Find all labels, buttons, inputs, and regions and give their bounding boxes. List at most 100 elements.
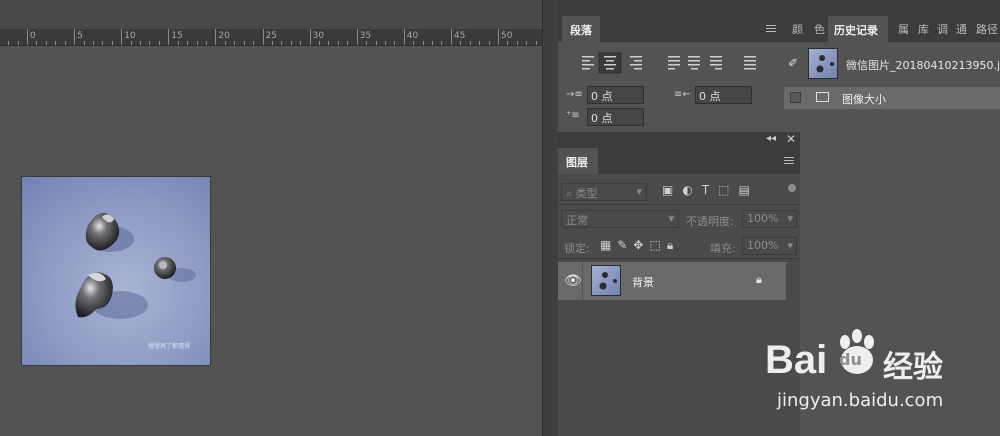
indent-first-line-field[interactable]: 0 点 [587,108,644,126]
tab-layers[interactable]: 图层 [558,148,598,174]
lock-artboard-icon[interactable]: ⬚ [649,238,666,252]
chevron-down-icon: ▾ [636,185,642,198]
ruler-label: 25 [265,31,277,41]
lock-position-icon[interactable]: ✥ [633,238,649,252]
ruler-minor-tick [271,41,273,45]
ruler-minor-tick [140,41,142,45]
ruler-major-tick [74,29,76,45]
shape-filter-icon[interactable]: ⬚ [718,183,738,197]
ruler-minor-tick [366,41,368,45]
baidu-logo-text: Bai [765,338,828,382]
ruler-minor-tick [300,41,302,45]
tab-channels[interactable]: 通 [956,21,967,37]
ruler-major-tick [262,29,264,45]
ruler-minor-tick [413,41,415,45]
baidu-jingyan-label: 经验 [883,350,943,385]
search-icon: ⌕ [566,187,576,200]
history-snapshot[interactable]: ✐ 微信图片_20180410213950.jpg [784,44,1000,84]
tab-libraries[interactable]: 库 [918,21,929,37]
panel-collapse-bar[interactable]: ▸▸ [558,0,806,14]
ruler-label: 15 [171,31,183,41]
layer-name[interactable]: 背景 [632,274,654,290]
snapshot-name: 微信图片_20180410213950.jpg [846,59,1000,72]
smart-object-filter-icon[interactable]: ▤ [739,183,759,197]
ruler-minor-tick [158,41,160,45]
eye-icon[interactable]: 👁︎ [564,273,582,289]
ruler-minor-tick [319,41,321,45]
pixel-filter-icon[interactable]: ▣ [662,183,682,197]
ruler-minor-tick [177,41,179,45]
opacity-label: 不透明度: [686,215,734,228]
lock-image-icon[interactable]: ✎ [617,238,633,252]
ruler-label: 20 [218,31,230,41]
collapse-arrows-icon[interactable]: ◂◂ [766,133,776,144]
history-step-label: 图像大小 [842,93,886,106]
history-step[interactable]: 图像大小 [784,87,1000,109]
justify-last-left-icon [668,56,680,70]
baidu-watermark: Bai du 经验 jingyan.baidu.com [765,329,995,418]
lock-label: 锁定: [564,242,590,255]
ruler-minor-tick [8,41,10,45]
tab-paragraph[interactable]: 段落 [562,16,600,42]
ruler-minor-tick [281,41,283,45]
adjustment-filter-icon[interactable]: ◐ [682,183,701,197]
filter-toggle[interactable] [788,184,796,192]
indent-left-field[interactable]: 0 点 [587,86,644,104]
ruler-label: 5 [77,31,83,41]
layers-panel: ◂◂ ✕ 图层 ⌕ 类型 ▾ ▣◐T⬚▤ 正常 ▾ 不透明度: 100% ▾ 锁定… [558,132,800,436]
ruler-minor-tick [488,41,490,45]
panel-menu-icon[interactable] [766,25,776,32]
blend-mode-select[interactable]: 正常 ▾ [561,210,679,228]
layer-row[interactable]: 👁︎ 背景 🔒︎ [558,262,786,300]
snapshot-thumbnail [808,48,838,79]
ruler-major-tick [121,29,123,45]
panel-menu-icon[interactable] [784,157,794,164]
ruler-label: 30 [312,31,325,41]
document-image[interactable]: 慢慢再了都懂得 [22,177,210,365]
type-filter-icon[interactable]: T [702,183,718,197]
ruler-label: 0 [30,31,36,41]
ruler-minor-tick [375,41,377,45]
ruler-major-tick [450,29,452,45]
opacity-field[interactable]: 100% ▾ [742,210,797,228]
ruler-minor-tick [243,41,245,45]
fill-field[interactable]: 100% ▾ [742,237,797,255]
ruler-major-tick [27,29,28,45]
ruler-minor-tick [187,41,189,45]
ruler-minor-tick [224,41,226,45]
ruler-minor-tick [441,41,443,45]
tab-color[interactable]: 颜 [792,21,803,37]
justify-last-right-icon [710,56,722,70]
indent-right-field[interactable]: 0 点 [695,86,752,104]
ruler-label: 50 [501,31,513,41]
lock-all-icon[interactable]: 🔒︎ [667,238,679,252]
tab-paths[interactable]: 路径 [976,21,998,37]
ruler-minor-tick [422,41,424,45]
pins-photo [75,212,196,319]
image-size-icon [816,92,829,102]
tab-history[interactable]: 历史记录 [828,16,888,42]
indent-left-icon: →≡ [566,89,583,100]
align-left-icon [582,56,594,70]
ruler-minor-tick [384,41,386,45]
close-icon[interactable]: ✕ [786,132,796,146]
tab-adjustments[interactable]: 调 [937,21,948,37]
baidu-url: jingyan.baidu.com [777,390,944,411]
justify-all-icon [744,56,756,70]
tab-properties[interactable]: 属 [898,21,909,37]
history-panel: 颜 色 历史记录 属 库 调 通 路径 ✐ 微信图片_2018041021395… [784,0,1000,132]
history-step-checkbox[interactable] [790,92,801,103]
ruler-major-tick [215,29,217,45]
ruler-major-tick [309,29,311,45]
ruler-label: 35 [359,31,372,41]
filter-kind-select[interactable]: ⌕ 类型 ▾ [561,183,647,201]
ruler-label: 10 [124,31,136,41]
align-right-icon [630,56,642,70]
ruler-minor-tick [149,41,151,45]
ruler-minor-tick [130,41,132,45]
ruler-minor-tick [205,41,207,45]
fill-label: 填充: [710,242,736,255]
lock-transparent-icon[interactable]: ▦ [600,238,617,252]
ruler-minor-tick [526,41,528,45]
tab-color-2[interactable]: 色 [814,21,825,37]
